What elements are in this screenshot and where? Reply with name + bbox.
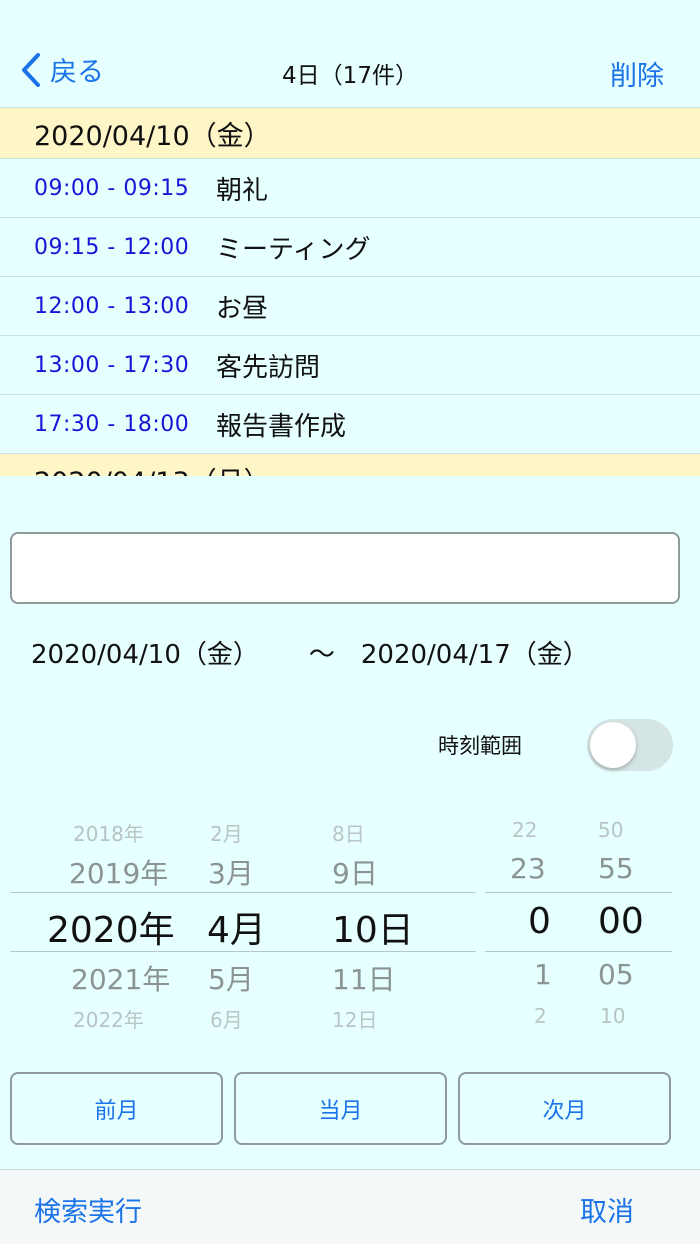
item-title: 朝礼 [216,175,269,206]
item-time: 09:00 - 09:15 [34,175,190,201]
search-input[interactable] [10,532,680,604]
cancel-button[interactable]: 取消 [580,1190,634,1229]
next-month-button[interactable]: 次月 [458,1072,671,1145]
picker-year-selected[interactable]: 2020年 [47,901,175,953]
picker-year[interactable]: 2018年 [73,818,144,847]
picker-minute[interactable]: 05 [598,958,634,991]
bottom-toolbar: 検索実行 取消 [0,1169,700,1244]
date-range: 2020/04/10（金） ～ 2020/04/17（金） [31,634,589,671]
item-time: 13:00 - 17:30 [34,352,190,378]
picker-hour[interactable]: 1 [534,958,552,991]
date-time-picker[interactable]: 2018年 2019年 2020年 2021年 2022年 2月 3月 4月 5… [10,808,672,1034]
picker-day[interactable]: 12日 [332,1004,377,1033]
picker-day-selected[interactable]: 10日 [332,901,414,953]
item-title: 報告書作成 [216,411,347,442]
picker-minute[interactable]: 50 [598,818,623,842]
picker-hour[interactable]: 22 [512,818,537,842]
picker-day[interactable]: 8日 [332,818,365,847]
item-time: 09:15 - 12:00 [34,234,190,260]
list-item[interactable]: 09:15 - 12:00 ミーティング [0,218,700,277]
picker-month[interactable]: 6月 [210,1004,243,1033]
delete-button[interactable]: 削除 [610,54,664,93]
item-time: 17:30 - 18:00 [34,411,190,437]
section-header: 2020/04/13（月） [0,454,700,476]
picker-minute[interactable]: 10 [600,1004,625,1028]
picker-year[interactable]: 2021年 [71,958,170,998]
screen: 戻る 4日（17件） 削除 2020/04/10（金） 09:00 - 09:1… [0,0,700,1244]
picker-hour[interactable]: 2 [534,1004,547,1028]
picker-year[interactable]: 2022年 [73,1004,144,1033]
picker-divider [10,892,476,893]
section-header: 2020/04/10（金） [0,108,700,159]
item-title: 客先訪問 [216,352,321,383]
time-range-label: 時刻範囲 [438,734,522,758]
list-item[interactable]: 17:30 - 18:00 報告書作成 [0,395,700,454]
item-title: ミーティング [216,234,371,265]
picker-month[interactable]: 5月 [208,958,254,998]
range-separator: ～ [308,640,335,670]
prev-month-button[interactable]: 前月 [10,1072,223,1145]
picker-divider [485,951,672,952]
picker-month[interactable]: 2月 [210,818,243,847]
picker-month[interactable]: 3月 [208,852,254,892]
range-start[interactable]: 2020/04/10（金） [31,634,259,671]
search-execute-button[interactable]: 検索実行 [34,1190,142,1229]
list-item[interactable]: 09:00 - 09:15 朝礼 [0,159,700,218]
navigation-bar: 戻る 4日（17件） 削除 [0,0,700,108]
picker-minute-selected[interactable]: 00 [598,901,644,942]
picker-minute[interactable]: 55 [598,852,634,885]
toggle-knob [590,722,636,768]
page-title: 4日（17件） [282,63,418,89]
picker-day[interactable]: 9日 [332,852,378,892]
picker-year[interactable]: 2019年 [69,852,168,892]
current-month-button[interactable]: 当月 [234,1072,447,1145]
list-item[interactable]: 13:00 - 17:30 客先訪問 [0,336,700,395]
time-range-toggle[interactable] [587,719,673,771]
picker-divider [485,892,672,893]
schedule-list[interactable]: 2020/04/10（金） 09:00 - 09:15 朝礼 09:15 - 1… [0,108,700,476]
range-end[interactable]: 2020/04/17（金） [361,634,589,671]
item-title: お昼 [216,293,269,324]
list-item[interactable]: 12:00 - 13:00 お昼 [0,277,700,336]
picker-month-selected[interactable]: 4月 [207,901,266,953]
item-time: 12:00 - 13:00 [34,293,190,319]
picker-day[interactable]: 11日 [332,958,396,998]
picker-hour-selected[interactable]: 0 [528,901,551,942]
picker-hour[interactable]: 23 [510,852,546,885]
